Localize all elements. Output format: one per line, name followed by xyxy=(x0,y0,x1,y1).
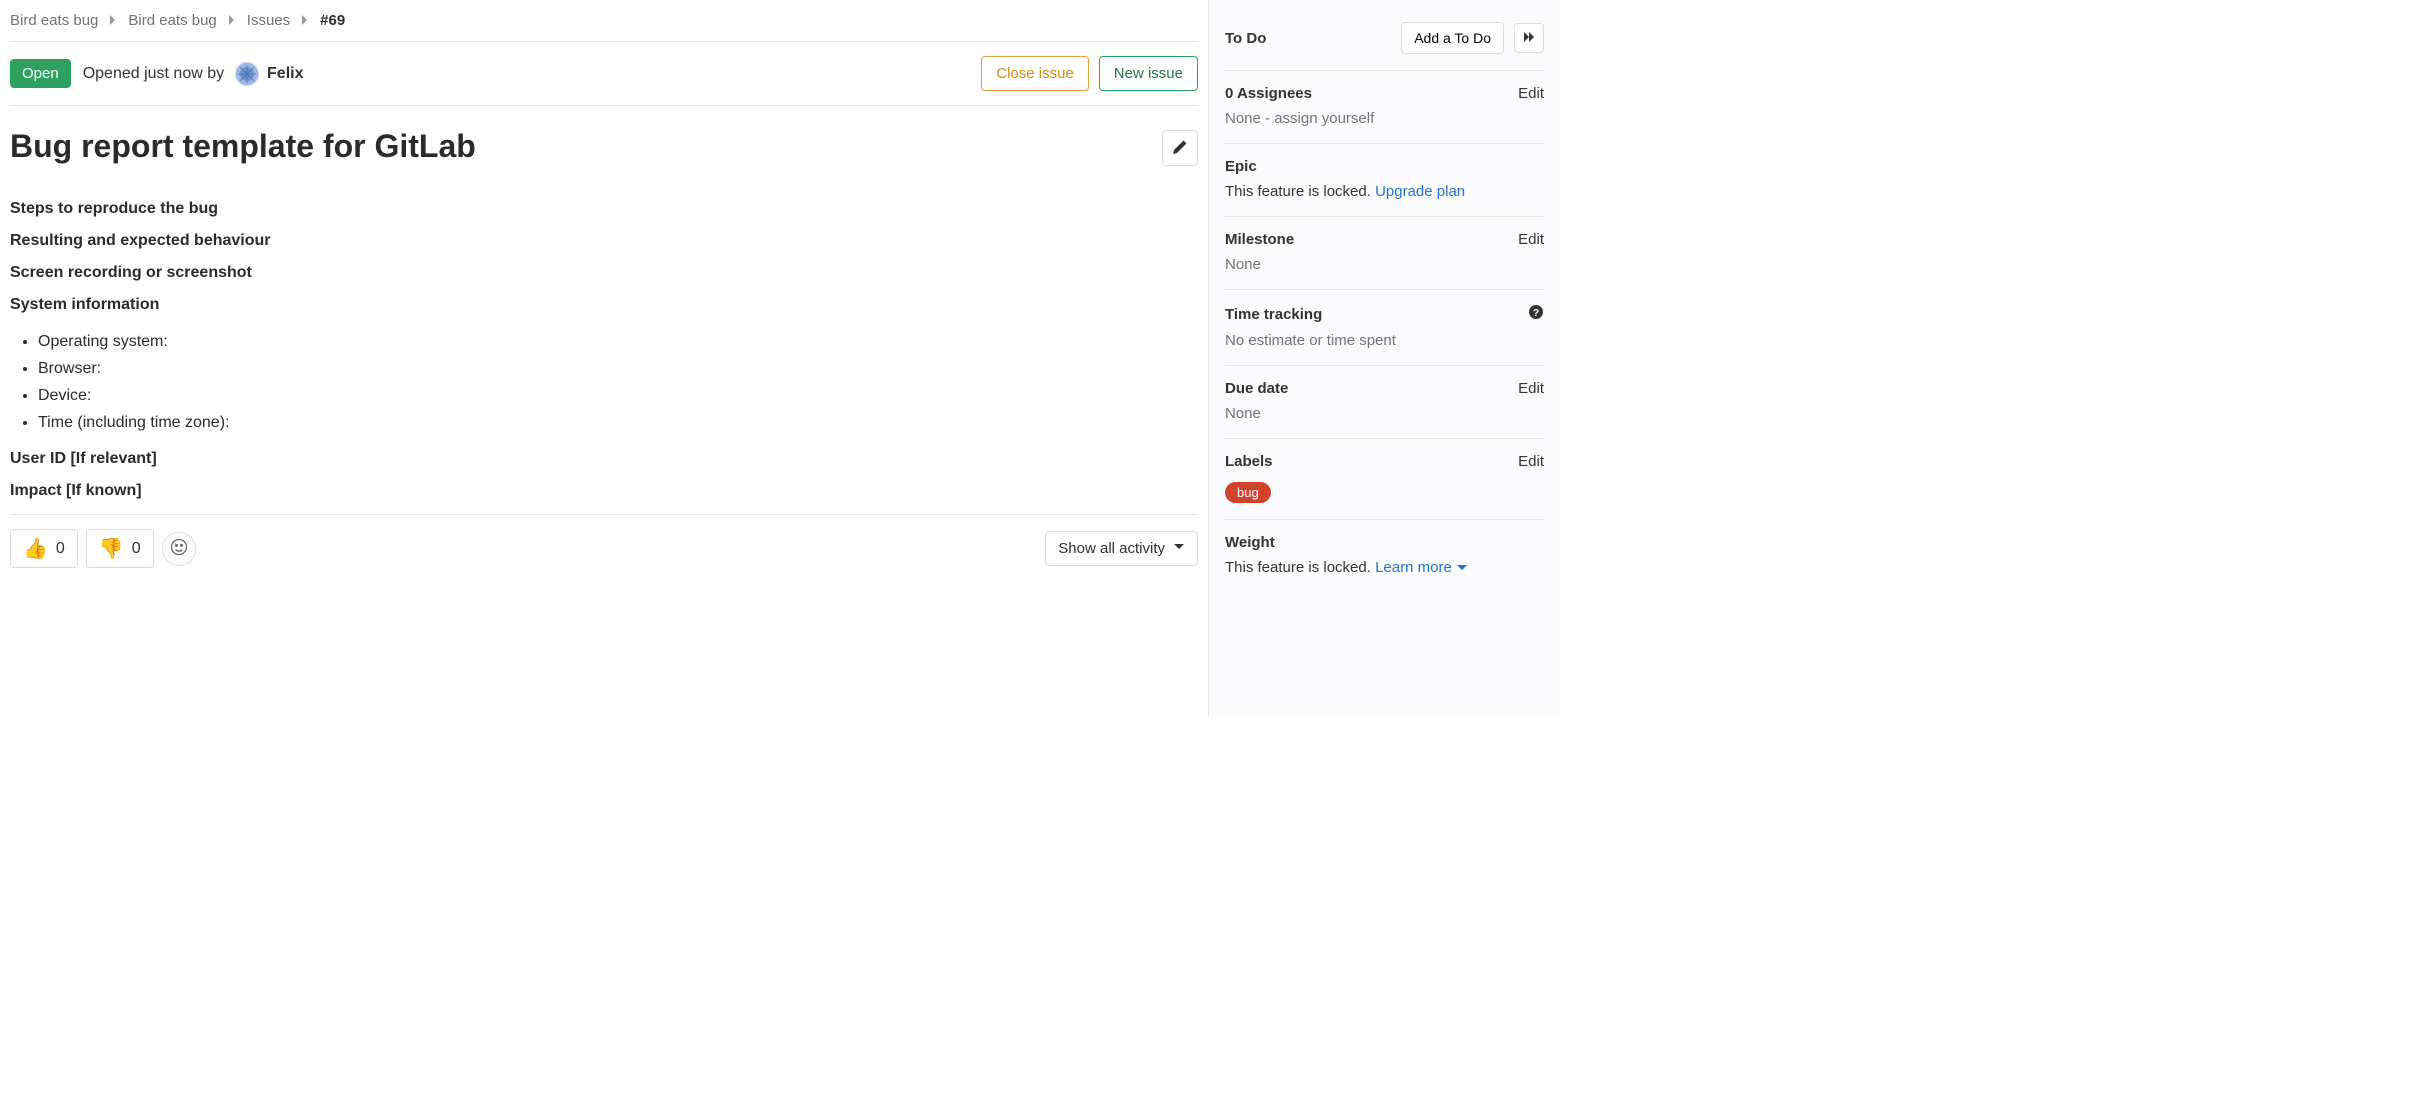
label-chip[interactable]: bug xyxy=(1225,482,1271,503)
issue-header: Open Opened just now by Felix Close issu… xyxy=(10,42,1198,106)
thumbs-up-reaction[interactable]: 👍 0 xyxy=(10,529,78,568)
section-heading: User ID [If relevant] xyxy=(10,450,1198,468)
add-reaction-button[interactable] xyxy=(162,532,196,566)
epic-locked-text: This feature is locked. xyxy=(1225,183,1375,200)
edit-link[interactable]: Edit xyxy=(1518,380,1544,397)
chevron-down-icon xyxy=(1173,540,1185,557)
edit-link[interactable]: Edit xyxy=(1518,85,1544,102)
list-item: Time (including time zone): xyxy=(38,409,1198,436)
close-issue-button[interactable]: Close issue xyxy=(981,56,1089,91)
new-issue-button[interactable]: New issue xyxy=(1099,56,1198,91)
author-avatar[interactable] xyxy=(235,62,259,86)
status-badge: Open xyxy=(10,59,71,88)
reaction-count: 0 xyxy=(56,540,65,558)
sidebar-title: Weight xyxy=(1225,534,1275,551)
learn-more-link[interactable]: Learn more xyxy=(1375,559,1452,576)
section-heading: Impact [If known] xyxy=(10,482,1198,500)
edit-link[interactable]: Edit xyxy=(1518,453,1544,470)
activity-filter-label: Show all activity xyxy=(1058,540,1165,557)
sidebar-due-date: Due date Edit None xyxy=(1225,366,1544,439)
section-heading: System information xyxy=(10,296,1198,314)
sidebar-assignees: 0 Assignees Edit None - assign yourself xyxy=(1225,71,1544,144)
sidebar-labels: Labels Edit bug xyxy=(1225,439,1544,520)
activity-bar: 👍 0 👎 0 Show all activity xyxy=(10,514,1198,568)
assign-yourself-link[interactable]: assign yourself xyxy=(1274,110,1374,127)
issue-sidebar: To Do Add a To Do 0 Assignees Edit None … xyxy=(1208,0,1560,716)
section-heading: Steps to reproduce the bug xyxy=(10,200,1198,218)
sidebar-time-tracking: Time tracking ? No estimate or time spen… xyxy=(1225,290,1544,366)
list-item: Device: xyxy=(38,382,1198,409)
sidebar-title: Due date xyxy=(1225,380,1288,397)
sidebar-epic: Epic This feature is locked. Upgrade pla… xyxy=(1225,144,1544,217)
chevron-double-right-icon xyxy=(1522,30,1536,47)
edit-link[interactable]: Edit xyxy=(1518,231,1544,248)
due-date-value: None xyxy=(1225,405,1544,422)
upgrade-plan-link[interactable]: Upgrade plan xyxy=(1375,183,1465,200)
sidebar-weight: Weight This feature is locked. Learn mor… xyxy=(1225,520,1544,592)
sidebar-title: 0 Assignees xyxy=(1225,85,1312,102)
pencil-icon xyxy=(1172,139,1188,158)
breadcrumb-section[interactable]: Issues xyxy=(247,12,290,29)
chevron-right-icon xyxy=(300,12,310,29)
breadcrumb: Bird eats bug Bird eats bug Issues #69 xyxy=(10,8,1198,42)
sidebar-title: Milestone xyxy=(1225,231,1294,248)
thumbs-up-icon: 👍 xyxy=(23,536,48,561)
edit-issue-button[interactable] xyxy=(1162,130,1198,166)
chevron-right-icon xyxy=(108,12,118,29)
sidebar-title: Labels xyxy=(1225,453,1273,470)
sidebar-todo: To Do Add a To Do xyxy=(1225,8,1544,71)
thumbs-down-reaction[interactable]: 👎 0 xyxy=(86,529,154,568)
chevron-down-icon xyxy=(1456,562,1468,574)
time-tracking-value: No estimate or time spent xyxy=(1225,332,1544,349)
sidebar-title: To Do xyxy=(1225,30,1266,47)
section-heading: Screen recording or screenshot xyxy=(10,264,1198,282)
weight-locked-text: This feature is locked. xyxy=(1225,559,1375,576)
opened-by-text: Opened just now by Felix xyxy=(83,62,304,86)
breadcrumb-root[interactable]: Bird eats bug xyxy=(10,12,98,29)
issue-description: Steps to reproduce the bug Resulting and… xyxy=(10,176,1198,501)
chevron-right-icon xyxy=(227,12,237,29)
sidebar-title: Time tracking xyxy=(1225,306,1322,323)
help-icon[interactable]: ? xyxy=(1528,304,1544,324)
assignees-none: None - xyxy=(1225,110,1274,127)
breadcrumb-group[interactable]: Bird eats bug xyxy=(128,12,216,29)
list-item: Browser: xyxy=(38,355,1198,382)
breadcrumb-current: #69 xyxy=(320,12,345,29)
sidebar-title: Epic xyxy=(1225,158,1257,175)
section-heading: Resulting and expected behaviour xyxy=(10,232,1198,250)
list-item: Operating system: xyxy=(38,328,1198,355)
sidebar-milestone: Milestone Edit None xyxy=(1225,217,1544,290)
opened-prefix: Opened just now by xyxy=(83,65,224,82)
milestone-value: None xyxy=(1225,256,1544,273)
collapse-sidebar-button[interactable] xyxy=(1514,23,1544,53)
issue-title: Bug report template for GitLab xyxy=(10,126,1162,168)
svg-text:?: ? xyxy=(1533,308,1539,319)
reaction-count: 0 xyxy=(132,540,141,558)
thumbs-down-icon: 👎 xyxy=(99,536,124,561)
activity-filter-dropdown[interactable]: Show all activity xyxy=(1045,531,1198,566)
add-todo-button[interactable]: Add a To Do xyxy=(1401,22,1504,54)
author-name[interactable]: Felix xyxy=(267,65,303,82)
smiley-icon xyxy=(169,537,189,560)
